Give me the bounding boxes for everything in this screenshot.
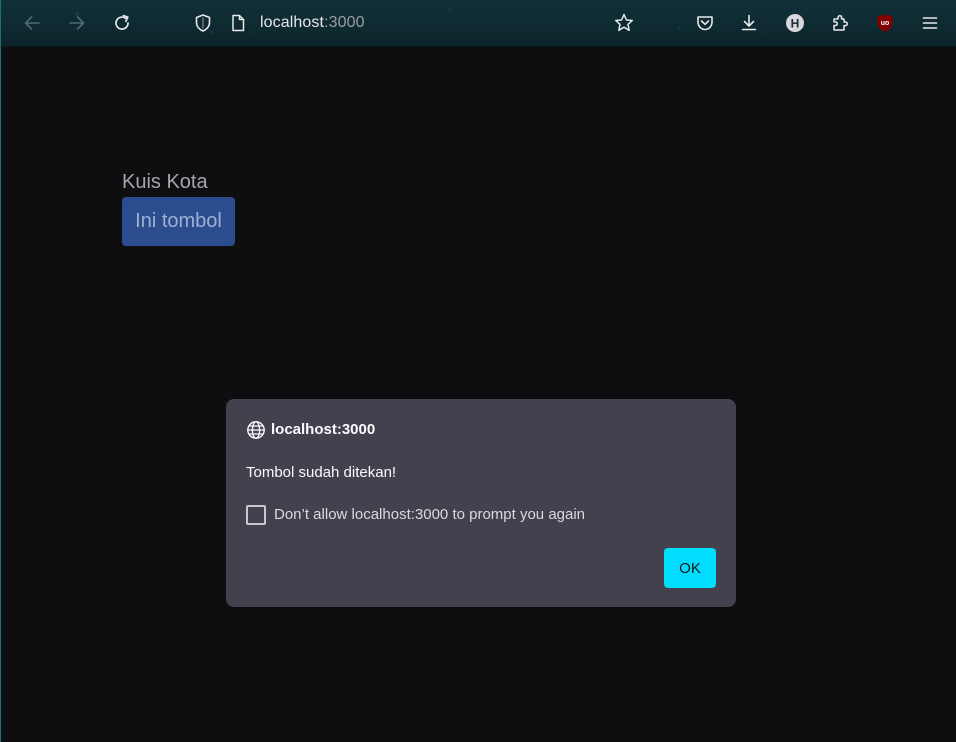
page-icon[interactable] <box>226 11 250 35</box>
browser-toolbar: localhost:3000 H uo <box>1 0 956 47</box>
page-title: Kuis Kota <box>122 171 208 193</box>
back-arrow-icon[interactable] <box>20 11 44 35</box>
ok-button[interactable]: OK <box>664 548 716 588</box>
url-port: :3000 <box>324 14 365 31</box>
dialog-message: Tombol sudah ditekan! <box>246 464 397 481</box>
menu-icon[interactable] <box>918 11 942 35</box>
ublock-origin-icon[interactable]: uo <box>873 11 897 35</box>
download-icon[interactable] <box>737 11 761 35</box>
dont-allow-prompt-checkbox[interactable] <box>246 505 266 525</box>
dont-allow-prompt-label[interactable]: Don’t allow localhost:3000 to prompt you… <box>274 505 585 525</box>
ini-tombol-button[interactable]: Ini tombol <box>122 197 235 246</box>
h-extension-icon[interactable]: H <box>783 11 807 35</box>
alert-dialog: localhost:3000 Tombol sudah ditekan! Don… <box>226 399 736 607</box>
globe-icon <box>246 420 266 440</box>
bookmark-star-icon[interactable] <box>612 11 636 35</box>
url-bar-text[interactable]: localhost:3000 <box>260 13 365 33</box>
ublock-letters: uo <box>881 20 890 27</box>
dialog-origin: localhost:3000 <box>271 421 376 438</box>
browser-window: localhost:3000 H uo Kuis Kota Ini tombol… <box>0 0 956 742</box>
h-extension-letter: H <box>791 16 800 30</box>
pocket-icon[interactable] <box>693 11 717 35</box>
forward-arrow-icon[interactable] <box>65 11 89 35</box>
extensions-puzzle-icon[interactable] <box>828 11 852 35</box>
url-host: localhost <box>260 14 325 31</box>
reload-icon[interactable] <box>110 11 134 35</box>
shield-icon[interactable] <box>191 11 215 35</box>
